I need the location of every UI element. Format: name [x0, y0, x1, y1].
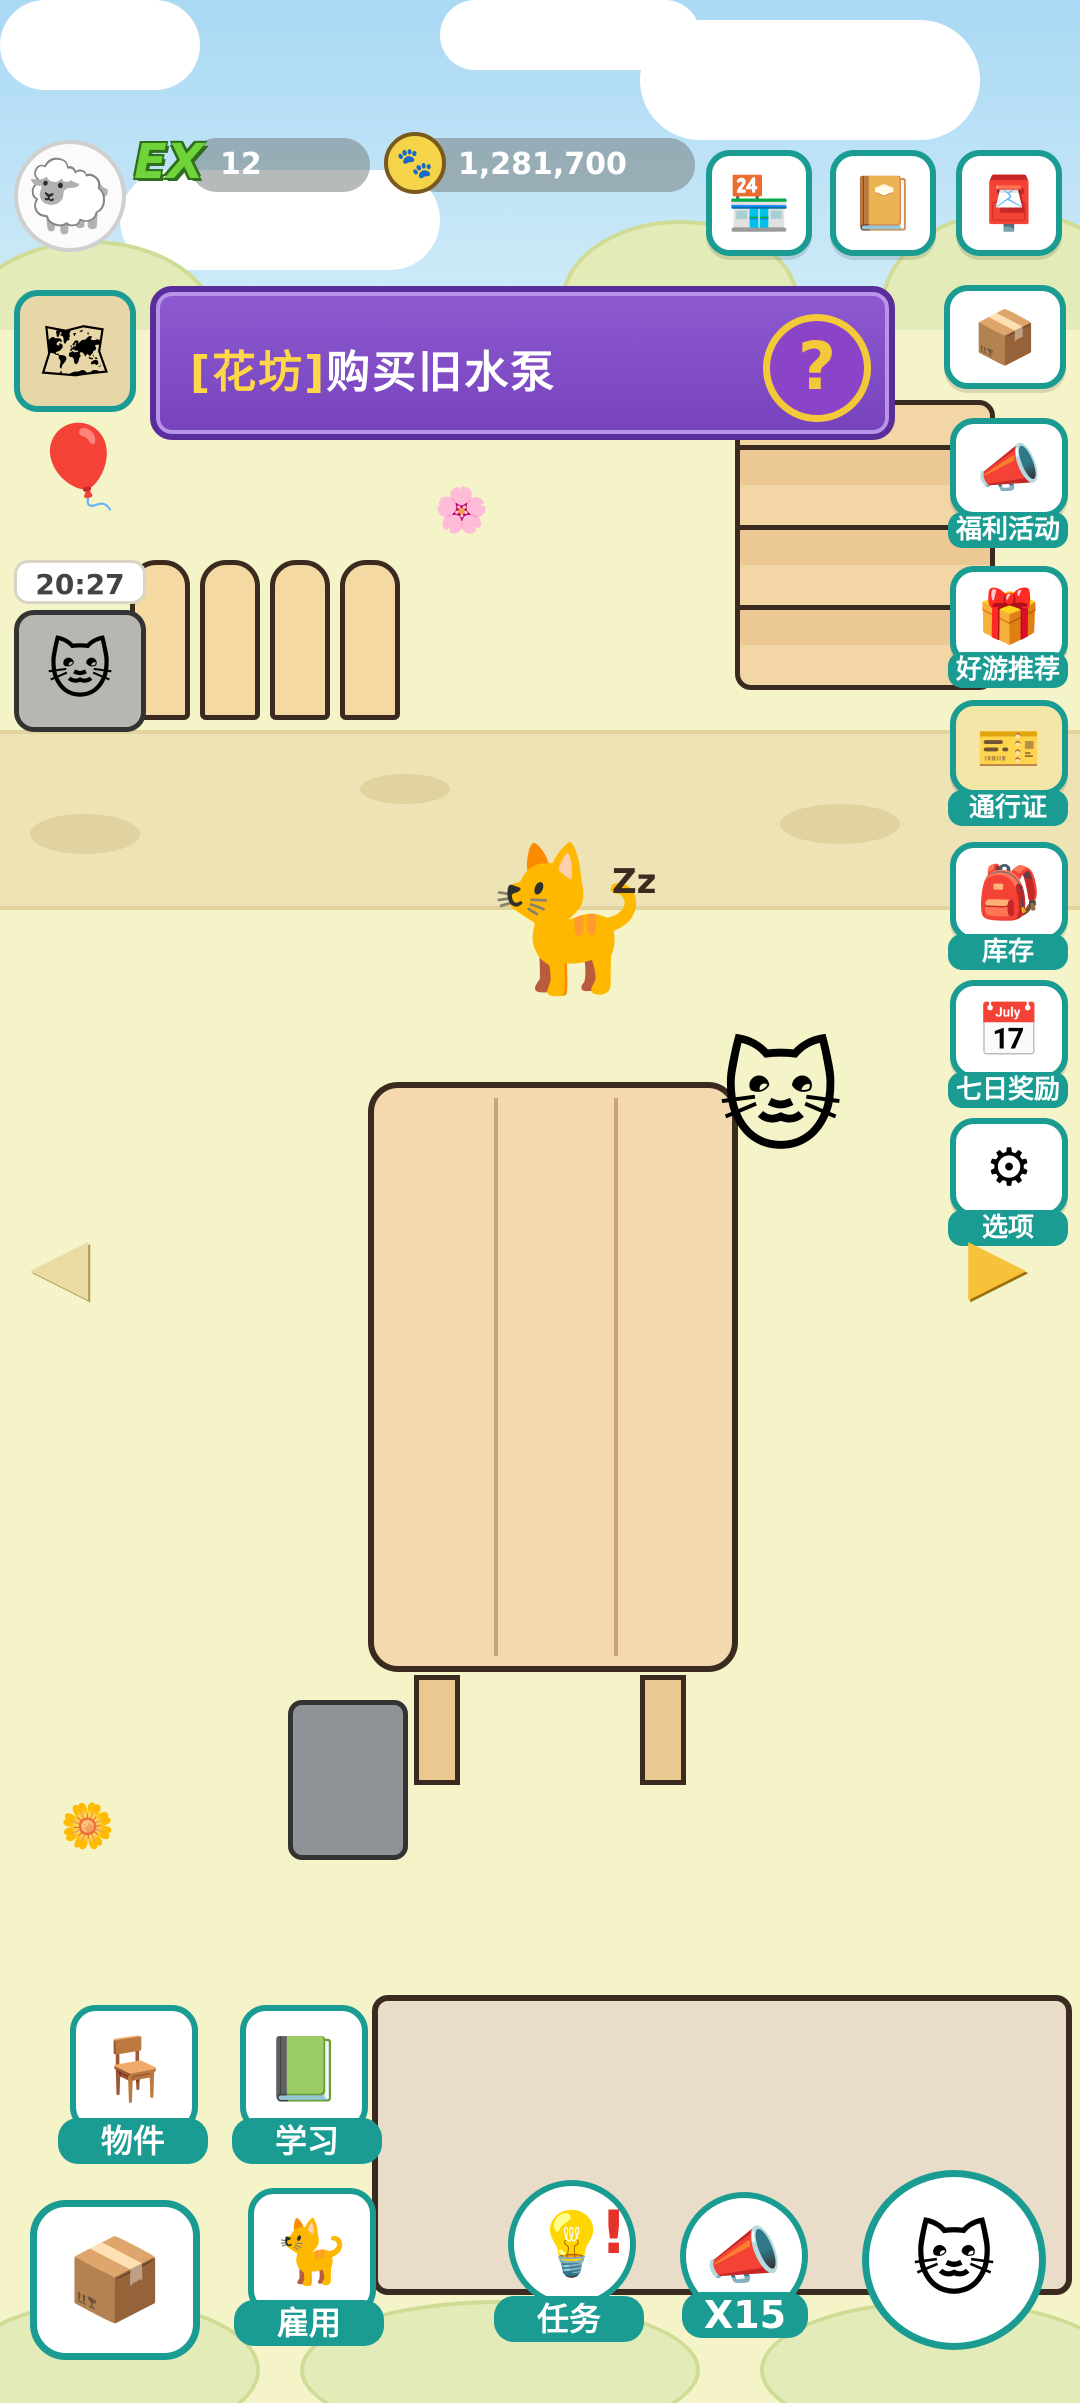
gear-icon: ⚙	[985, 1138, 1033, 1198]
ex-badge: EX	[134, 134, 204, 190]
lightbulb-icon: 💡	[533, 2207, 611, 2280]
arrow-left-icon[interactable]: ◀	[30, 1220, 88, 1309]
items-button[interactable]: 🪑	[70, 2005, 198, 2133]
study-button[interactable]: 📗	[240, 2005, 368, 2133]
cat-megaphone-icon: 🐱	[912, 2213, 996, 2307]
paw-coin-icon: 🐾	[384, 132, 446, 194]
hire-button[interactable]: 🐈	[248, 2188, 376, 2316]
table-leg	[640, 1675, 686, 1785]
sleep-zzz-icon: Zz	[612, 862, 657, 902]
map-icon: 🗺	[39, 319, 111, 384]
trash-can[interactable]	[288, 1700, 408, 1860]
quest-banner[interactable]: [花坊]购买旧水泵 ?	[150, 286, 895, 440]
cat-box-button[interactable]: 📦	[944, 285, 1066, 389]
ex-level-value: 12	[220, 147, 262, 182]
flower-icon: 🌸	[434, 485, 489, 536]
welfare-event-button[interactable]: 📣	[950, 418, 1068, 518]
pass-label: 通行证	[948, 790, 1068, 826]
arrow-right-icon[interactable]: ▶	[968, 1220, 1026, 1309]
inventory-label: 库存	[948, 934, 1068, 970]
mailbox-icon: 📮	[976, 173, 1042, 234]
quest-text: [花坊]购买旧水泵	[190, 336, 556, 400]
cat-box-icon: 📦	[972, 307, 1038, 368]
pass-ticket-icon: 🎫	[976, 718, 1042, 779]
cat-box-icon: 📦	[65, 2233, 165, 2326]
mailbox-button[interactable]: 📮	[956, 150, 1062, 256]
quest-help-button[interactable]: ?	[763, 314, 871, 422]
pass-button[interactable]: 🎫	[950, 700, 1068, 796]
cloud	[640, 20, 980, 140]
inventory-button[interactable]: 🎒	[950, 842, 1068, 942]
items-label: 物件	[58, 2118, 208, 2164]
cat-silhouette-icon: 🐈	[273, 2215, 351, 2288]
flower-icon: 🌼	[60, 1801, 115, 1852]
welfare-event-label: 福利活动	[948, 512, 1068, 548]
hire-label: 雇用	[234, 2300, 384, 2346]
book-icon: 📗	[265, 2032, 343, 2105]
study-label: 学习	[232, 2118, 382, 2164]
backpack-icon: 🎒	[976, 862, 1042, 923]
multiplier-label: X15	[682, 2292, 808, 2338]
quest-description: 购买旧水泵	[326, 347, 557, 398]
game-recommend-label: 好游推荐	[948, 652, 1068, 688]
album-icon: 📔	[850, 173, 916, 234]
ex-level-bar: 12	[190, 138, 370, 192]
balloon-icon: 🎈	[29, 420, 129, 513]
chair-icon: 🪑	[95, 2032, 173, 2105]
cat-shout-button[interactable]: 🐱	[862, 2170, 1046, 2350]
event-timer: 20:27	[14, 560, 146, 604]
coin-balance-value: 1,281,700	[458, 147, 627, 182]
calendar-icon: 📅	[976, 1000, 1042, 1061]
coin-balance-bar: 1,281,700	[410, 138, 695, 192]
cat-box-storage-button[interactable]: 📦	[30, 2200, 200, 2360]
sheep-icon: 🐑	[26, 154, 114, 237]
cat-album-button[interactable]: 📔	[830, 150, 936, 256]
table-leg	[414, 1675, 460, 1785]
seven-day-reward-label: 七日奖励	[948, 1072, 1068, 1108]
player-avatar[interactable]: 🐑	[14, 140, 126, 252]
quest-tag: [花坊]	[190, 347, 327, 398]
seven-day-reward-button[interactable]: 📅	[950, 980, 1068, 1080]
task-label: 任务	[494, 2296, 644, 2342]
shop-icon: 🏪	[726, 173, 792, 234]
white-cat[interactable]: 🐱	[718, 1040, 843, 1160]
cat-box-icon: 🎁	[976, 586, 1042, 647]
cat-megaphone-icon: 📣	[976, 438, 1042, 499]
map-button[interactable]: 🗺	[14, 290, 136, 412]
old-wooden-table[interactable]	[368, 1082, 738, 1672]
cat-visitor-button[interactable]: 🐱	[14, 610, 146, 732]
cat-megaphone-icon: 📣	[705, 2219, 783, 2292]
balloon-event-button[interactable]: 🎈	[14, 420, 144, 560]
shop-button[interactable]: 🏪	[706, 150, 812, 256]
alert-exclamation-icon: !	[600, 2198, 628, 2268]
options-button[interactable]: ⚙	[950, 1118, 1068, 1218]
cat-face-icon: 🐱	[46, 634, 114, 708]
game-recommend-button[interactable]: 🎁	[950, 566, 1068, 666]
cloud	[0, 0, 200, 90]
